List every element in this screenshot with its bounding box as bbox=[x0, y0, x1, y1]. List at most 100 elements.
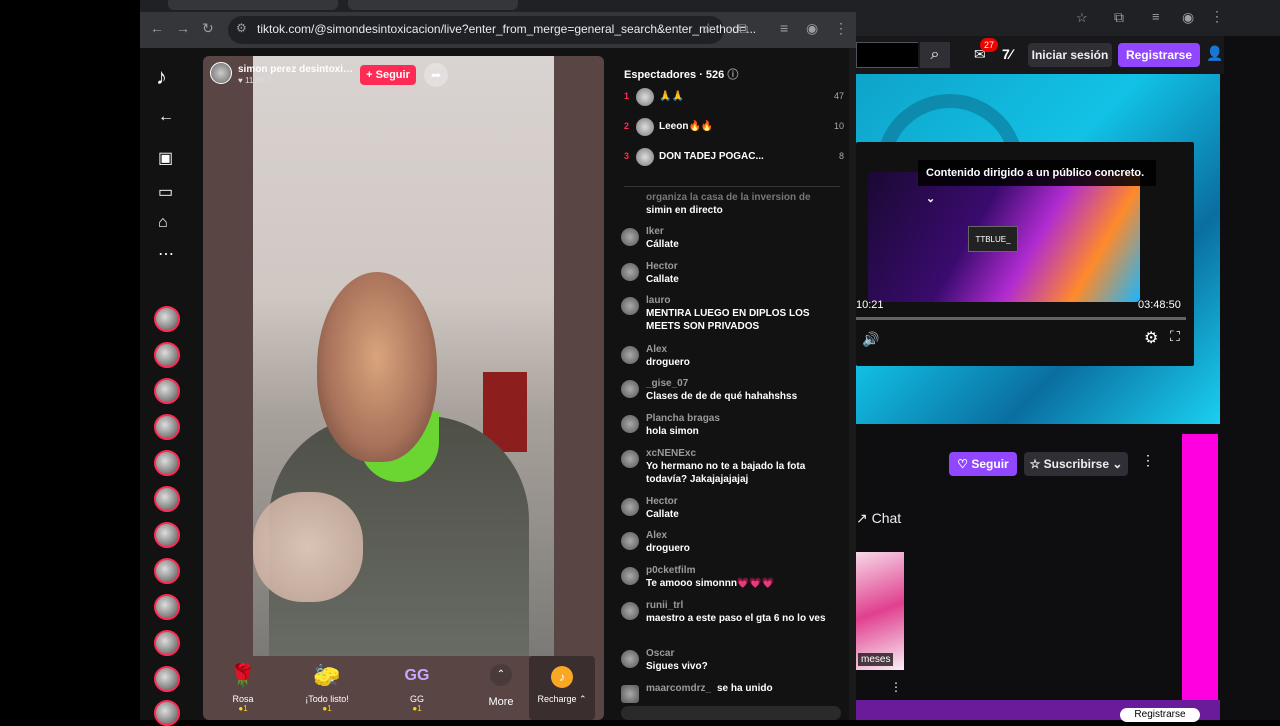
live-avatar[interactable] bbox=[154, 486, 180, 512]
avatar[interactable] bbox=[621, 532, 639, 550]
forward-icon[interactable]: → bbox=[176, 20, 190, 36]
back-arrow-icon[interactable]: ← bbox=[158, 108, 174, 126]
live-avatar[interactable] bbox=[154, 414, 180, 440]
bookmark-star-icon[interactable]: ☆ bbox=[702, 20, 715, 37]
tab-2[interactable] bbox=[348, 0, 518, 10]
follow-button[interactable]: ♡ Seguir bbox=[949, 452, 1017, 476]
login-button[interactable]: Iniciar sesión bbox=[1028, 43, 1112, 67]
share-icon[interactable]: ➦ bbox=[424, 63, 448, 87]
more-gifts-button[interactable]: ⌃ More bbox=[471, 664, 531, 716]
menu-icon[interactable]: ⋮ bbox=[1210, 8, 1224, 25]
tab-1[interactable] bbox=[168, 0, 338, 10]
video-camera-icon[interactable]: ▭ bbox=[158, 182, 173, 202]
clip-thumbnail[interactable]: meses bbox=[856, 552, 904, 670]
chat-user[interactable]: lauro bbox=[646, 295, 670, 306]
media-icon[interactable]: ≡ bbox=[1152, 9, 1160, 24]
search-icon[interactable]: ⌕ bbox=[920, 42, 950, 68]
chat-input[interactable] bbox=[621, 706, 841, 720]
video-player[interactable]: TTBLUE_ Contenido dirigido a un público … bbox=[856, 142, 1194, 366]
avatar[interactable] bbox=[621, 567, 639, 585]
chat-text: Cállate bbox=[646, 239, 679, 250]
top-viewer-row[interactable]: 2 Leeon🔥🔥 10 bbox=[624, 116, 844, 142]
chat-user[interactable]: Iker bbox=[646, 226, 664, 237]
gift-cost: ●1 bbox=[238, 704, 248, 713]
chat-text: MENTIRA LUEGO EN DIPLOS LOS MEETS SON PR… bbox=[646, 308, 810, 332]
media-icon[interactable]: ≡ bbox=[780, 20, 788, 36]
chat-user[interactable]: organiza la casa de la inversion de bbox=[646, 192, 811, 203]
chat-user[interactable]: maarcomdrz_ bbox=[646, 683, 711, 694]
back-icon[interactable]: ← bbox=[150, 20, 164, 36]
more-label: More bbox=[488, 696, 514, 708]
more-icon[interactable]: ⋯ bbox=[158, 244, 174, 264]
chat-user[interactable]: _gise_07 bbox=[646, 378, 688, 389]
register-button[interactable]: Registrarse bbox=[1118, 43, 1200, 67]
popout-chat-link[interactable]: ↗ Chat bbox=[856, 510, 901, 527]
follow-host-button[interactable]: + Seguir bbox=[360, 65, 416, 85]
thumb-options-icon[interactable]: ⋮ bbox=[890, 680, 902, 694]
progress-bar[interactable] bbox=[856, 317, 1186, 320]
avatar[interactable] bbox=[621, 650, 639, 668]
avatar[interactable] bbox=[621, 380, 639, 398]
chat-user[interactable]: Alex bbox=[646, 530, 667, 541]
live-avatar[interactable] bbox=[154, 378, 180, 404]
viewers-title[interactable]: Espectadores · 526 ⓘ bbox=[624, 66, 738, 82]
more-options-icon[interactable]: ⋮ bbox=[1141, 452, 1155, 469]
bookmark-star-icon[interactable]: ☆ bbox=[1076, 10, 1088, 26]
fullscreen-icon[interactable]: ⛶ bbox=[1170, 328, 1180, 345]
avatar[interactable] bbox=[621, 263, 639, 281]
scrollbar[interactable] bbox=[1220, 74, 1230, 700]
volume-icon[interactable]: 🔊 bbox=[862, 331, 879, 348]
chat-user[interactable]: Hector bbox=[646, 261, 678, 272]
reload-icon[interactable]: ↻ bbox=[202, 20, 214, 37]
live-avatar[interactable] bbox=[154, 594, 180, 620]
extensions-icon[interactable]: ⧉ bbox=[1114, 9, 1124, 26]
site-info-icon[interactable]: ⚙ bbox=[236, 21, 247, 35]
prime-icon[interactable]: 7∕ bbox=[1002, 46, 1012, 62]
content-advisory[interactable]: Contenido dirigido a un público concreto… bbox=[918, 160, 1156, 205]
chat-user[interactable]: Plancha bragas bbox=[646, 413, 720, 424]
live-avatar[interactable] bbox=[154, 306, 180, 332]
recharge-button[interactable]: ♪ Recharge ⌃ bbox=[529, 656, 595, 720]
live-avatar[interactable] bbox=[154, 558, 180, 584]
avatar[interactable] bbox=[621, 415, 639, 433]
live-avatar[interactable] bbox=[154, 700, 180, 726]
avatar[interactable] bbox=[621, 602, 639, 620]
gift-gg[interactable]: GG GG ●1 bbox=[387, 662, 447, 720]
chat-user[interactable]: Oscar bbox=[646, 648, 674, 659]
chat-user[interactable]: runii_trl bbox=[646, 600, 683, 611]
avatar[interactable] bbox=[621, 297, 639, 315]
user-icon[interactable]: 👤 bbox=[1206, 45, 1223, 62]
home-icon[interactable]: ⌂ bbox=[158, 214, 168, 232]
twitch-search-input[interactable] bbox=[856, 42, 918, 68]
top-viewer-row[interactable]: 1 🙏🙏 47 bbox=[624, 86, 844, 112]
live-avatar[interactable] bbox=[154, 522, 180, 548]
chat-user[interactable]: p0cketfilm bbox=[646, 565, 695, 576]
host-avatar[interactable] bbox=[210, 62, 232, 84]
avatar[interactable] bbox=[621, 346, 639, 364]
live-tv-icon[interactable]: ▣ bbox=[158, 148, 173, 168]
avatar[interactable] bbox=[621, 228, 639, 246]
live-video[interactable] bbox=[253, 56, 554, 656]
host-name[interactable]: simon perez desintoxica... bbox=[238, 64, 354, 75]
avatar[interactable] bbox=[621, 498, 639, 516]
live-avatar[interactable] bbox=[154, 666, 180, 692]
extensions-icon[interactable]: ⧉ bbox=[738, 20, 748, 37]
subscribe-button[interactable]: ☆ Suscribirse ⌄ bbox=[1024, 452, 1128, 476]
tiktok-logo-icon[interactable]: ♪ bbox=[156, 64, 180, 90]
avatar[interactable] bbox=[621, 450, 639, 468]
gift-todo-listo[interactable]: 🧽 ¡Todo listo! ●1 bbox=[297, 662, 357, 720]
live-avatar[interactable] bbox=[154, 450, 180, 476]
chat-user[interactable]: xcNENExc bbox=[646, 448, 696, 459]
gift-rose[interactable]: 🌹 Rosa ●1 bbox=[213, 662, 273, 720]
profile-icon[interactable]: ◉ bbox=[806, 20, 818, 37]
chat-user[interactable]: Hector bbox=[646, 496, 678, 507]
menu-icon[interactable]: ⋮ bbox=[834, 20, 848, 37]
live-avatar[interactable] bbox=[154, 630, 180, 656]
top-viewer-row[interactable]: 3 DON TADEJ POGAC... 8 bbox=[624, 146, 844, 172]
profile-icon[interactable]: ◉ bbox=[1182, 9, 1194, 26]
host-likes: ♥ 11.4K bbox=[238, 76, 266, 85]
chat-user[interactable]: Alex bbox=[646, 344, 667, 355]
live-avatar[interactable] bbox=[154, 342, 180, 368]
gear-icon[interactable]: ⚙ bbox=[1144, 328, 1158, 348]
scrollbar[interactable] bbox=[849, 48, 856, 720]
